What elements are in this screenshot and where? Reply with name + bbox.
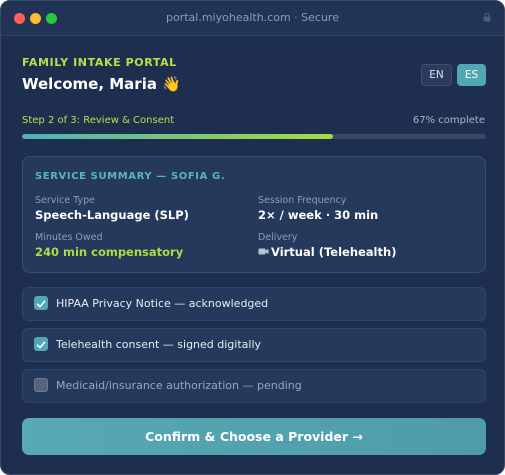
service-type-value: Speech-Language (SLP) — [35, 208, 189, 222]
title-bar: portal.miyohealth.com · Secure — [1, 1, 504, 36]
step-label: Step 2 of 3: Review & Consent — [22, 115, 175, 126]
frequency-label: Session Frequency — [258, 195, 347, 206]
checkmark-icon — [36, 341, 46, 349]
lock-icon — [483, 13, 491, 22]
service-summary-card: SERVICE SUMMARY — SOFIA G. Service Type … — [22, 156, 486, 273]
video-camera-icon — [258, 248, 269, 255]
hipaa-label: HIPAA Privacy Notice — acknowledged — [56, 297, 269, 310]
checkmark-icon — [36, 300, 46, 308]
portal-brand: FAMILY INTAKE PORTAL — [22, 56, 177, 69]
frequency-value: 2× / week · 30 min — [258, 208, 379, 222]
consent-telehealth-row[interactable]: Telehealth consent — signed digitally — [22, 328, 486, 362]
telehealth-checkbox[interactable] — [34, 337, 48, 351]
progress-percent: 67% complete — [412, 115, 485, 126]
consent-hipaa-row[interactable]: HIPAA Privacy Notice — acknowledged — [22, 287, 486, 321]
progress-bar — [22, 134, 486, 139]
language-es-button[interactable]: ES — [457, 64, 486, 86]
welcome-heading: Welcome, Maria 👋 — [22, 75, 181, 93]
summary-title: SERVICE SUMMARY — SOFIA G. — [35, 171, 226, 182]
delivery-value: Virtual (Telehealth) — [258, 245, 396, 259]
service-type-label: Service Type — [35, 195, 95, 206]
minutes-owed-label: Minutes Owed — [35, 232, 103, 243]
confirm-provider-button[interactable]: Confirm & Choose a Provider → — [22, 418, 486, 455]
language-en-button[interactable]: EN — [421, 64, 452, 86]
delivery-text: Virtual (Telehealth) — [271, 245, 397, 259]
progress-fill — [22, 134, 333, 139]
consent-insurance-row[interactable]: Medicaid/insurance authorization — pendi… — [22, 369, 486, 403]
address-bar[interactable]: portal.miyohealth.com · Secure — [1, 11, 504, 24]
insurance-label: Medicaid/insurance authorization — pendi… — [56, 379, 302, 392]
telehealth-label: Telehealth consent — signed digitally — [56, 338, 262, 351]
minutes-owed-value: 240 min compensatory — [35, 245, 184, 259]
browser-window: portal.miyohealth.com · Secure FAMILY IN… — [0, 0, 505, 475]
insurance-checkbox[interactable] — [34, 378, 48, 392]
delivery-label: Delivery — [258, 232, 298, 243]
hipaa-checkbox[interactable] — [34, 296, 48, 310]
